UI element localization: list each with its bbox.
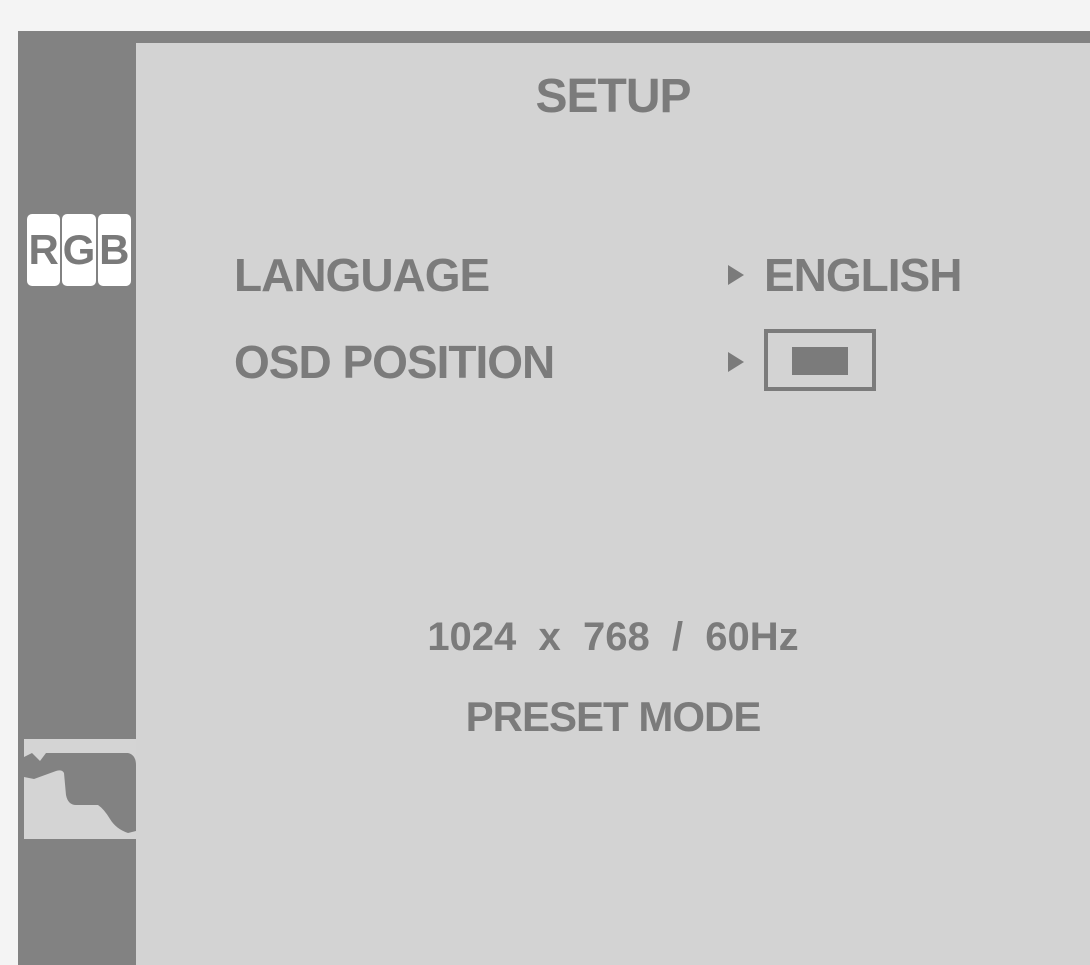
osd-position-arrow-icon <box>728 352 744 372</box>
language-label[interactable]: LANGUAGE <box>234 248 490 302</box>
osd-position-indicator-icon <box>792 347 848 375</box>
osd-menu-panel: SETUP LANGUAGE ENGLISH OSD POSITION 1024… <box>136 43 1090 965</box>
osd-sidebar: R G B <box>18 31 136 965</box>
setup-tab[interactable] <box>24 739 136 839</box>
rgb-letter-b: B <box>97 214 131 286</box>
setup-tab-icon <box>24 753 136 833</box>
preset-mode-text: PRESET MODE <box>465 693 762 740</box>
language-arrow-icon <box>728 265 744 285</box>
rgb-letter-g: G <box>62 214 96 286</box>
menu-title: SETUP <box>535 70 691 123</box>
language-value[interactable]: ENGLISH <box>764 248 962 302</box>
rgb-input-icon: R G B <box>27 214 131 286</box>
osd-window: R G B SETUP LANGUAGE ENGLISH OSD POSITIO… <box>18 31 1090 965</box>
resolution-text: 1024 x 768 / 60Hz <box>427 615 799 659</box>
osd-position-value[interactable] <box>764 329 876 391</box>
rgb-letter-r: R <box>27 214 61 286</box>
osd-position-label[interactable]: OSD POSITION <box>234 335 555 389</box>
